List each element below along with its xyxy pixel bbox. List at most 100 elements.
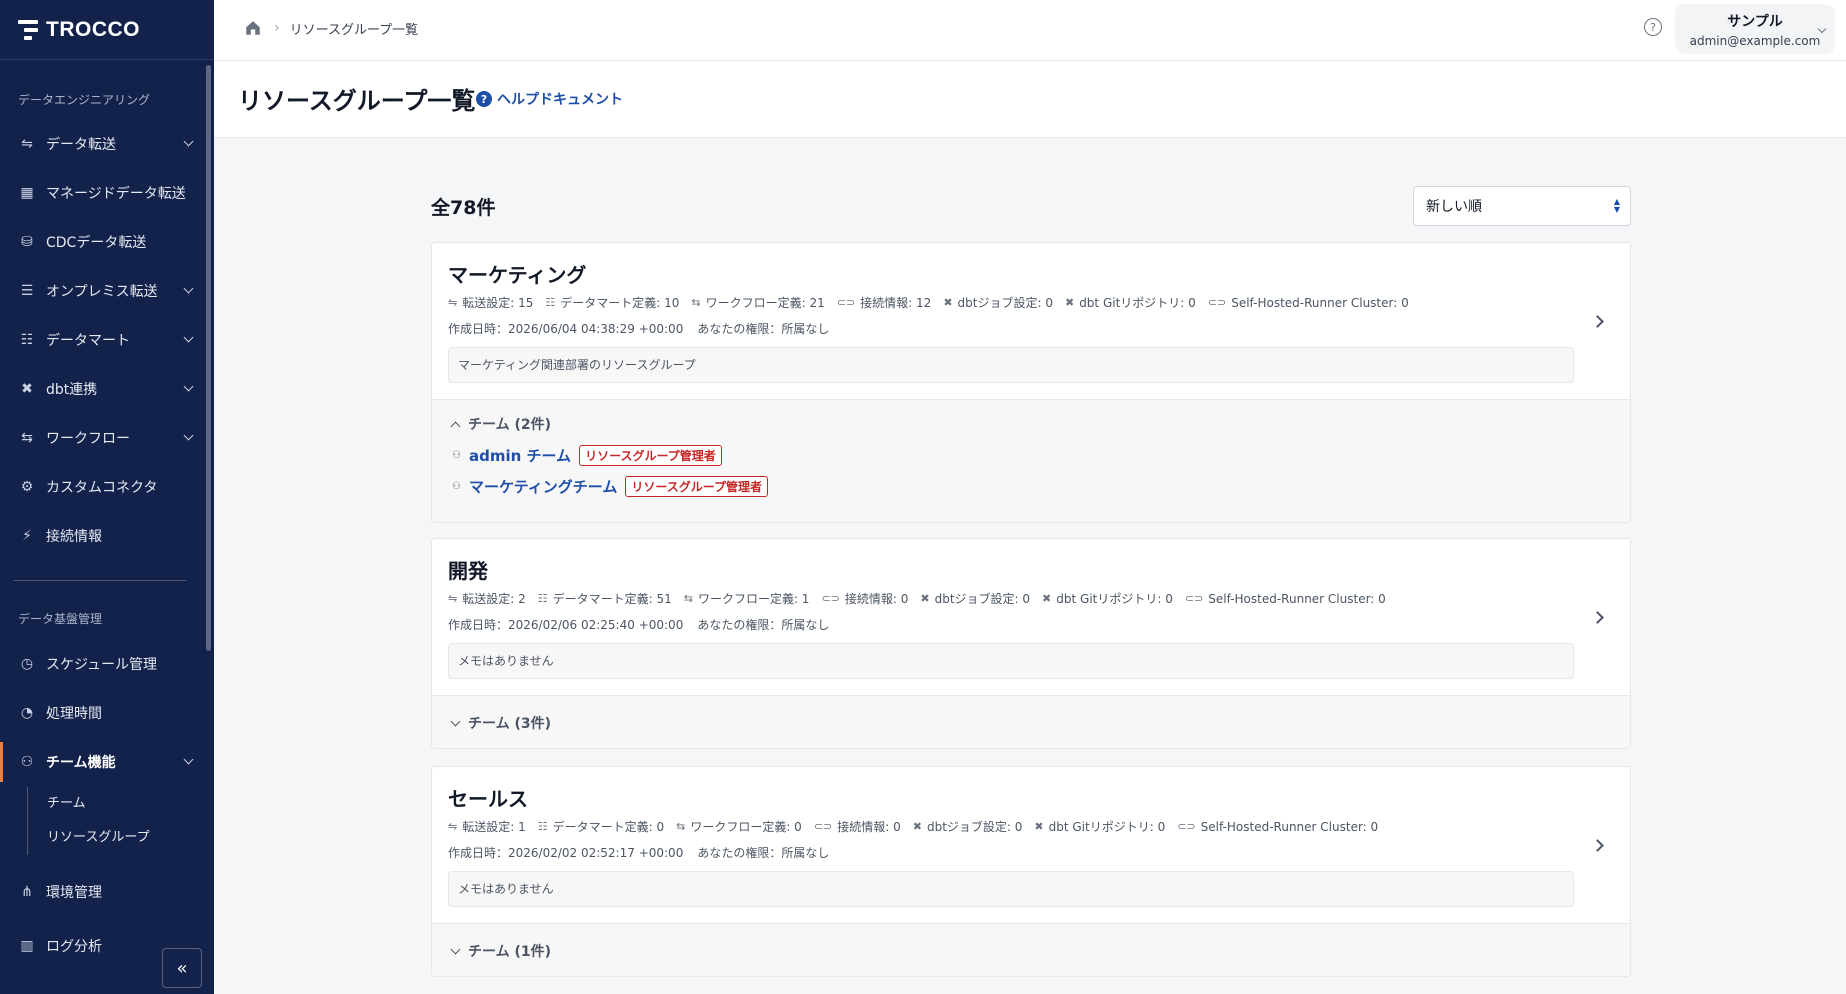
resource-group-summary[interactable]: マーケティング ⇋ 転送設定: 15 ☷ データマート定義: 10 ⇆ ワークフロー定… [432,243,1630,400]
role-badge: リソースグループ管理者 [579,444,722,466]
sidebar-item-environment[interactable]: ⋔ 環境管理 [0,872,206,912]
database-icon: ☷ [537,820,548,833]
sidebar-item-label: カスタムコネクタ [46,480,158,496]
stat-text: 接続情報: 0 [844,592,909,606]
stat-datamart: ☷ データマート定義: 0 [538,818,664,835]
stat-text: 転送設定: 2 [462,592,526,606]
chevron-right-icon: › [274,20,280,36]
stat-transfer: ⇋ 転送設定: 1 [448,818,526,835]
page-header: リソースグループ一覧 ? ヘルプドキュメント [214,61,1846,138]
sidebar-item-processing-time[interactable]: ◔ 処理時間 [0,693,206,733]
clock-icon: ◷ [20,656,34,672]
total-count: 全78件 [431,197,496,219]
stat-transfer: ⇋ 転送設定: 15 [448,294,533,311]
stat-workflow: ⇆ ワークフロー定義: 0 [676,818,802,835]
users-icon: ⚇ [452,480,461,492]
chevron-down-icon [1817,24,1827,34]
stat-datamart: ☷ データマート定義: 10 [545,294,679,311]
stat-text: Self-Hosted-Runner Cluster: 0 [1208,591,1386,606]
dbt-icon: ✖ [1064,296,1075,309]
sidebar-scrollbar[interactable] [206,65,211,651]
hierarchy-icon: ⋔ [21,884,33,900]
sidebar-item-team-features[interactable]: ⚇ チーム機能 [0,742,206,782]
stat-text: データマート定義: 0 [552,820,665,834]
created-at: 作成日時：2026/06/04 04:38:29 +00:00 [448,322,684,336]
trocco-logo-icon [18,19,38,40]
stat-datamart: ☷ データマート定義: 51 [538,590,672,607]
sidebar-item-workflow[interactable]: ⇆ ワークフロー [0,418,206,458]
stat-text: データマート定義: 51 [552,592,672,606]
permission: あなたの権限：所属なし [697,322,830,336]
sidebar-item-onprem-transfer[interactable]: ☰ オンプレミス転送 [0,271,206,311]
stat-runner-cluster: ⊂⊃ Self-Hosted-Runner Cluster: 0 [1177,820,1378,834]
sidebar-item-label: 処理時間 [46,706,102,722]
sidebar-item-label: 接続情報 [46,529,102,545]
sidebar-item-label: データマート [46,333,130,349]
stat-text: ワークフロー定義: 0 [690,820,802,834]
help-document-link[interactable]: ? ヘルプドキュメント [476,89,623,109]
stat-text: 接続情報: 0 [837,820,901,834]
sort-select-value: 新しい順 [1426,199,1482,215]
chevron-right-icon[interactable] [1591,611,1604,624]
stat-dbt-job: ✖ dbtジョブ設定: 0 [913,818,1023,835]
sidebar-item-cdc-transfer[interactable]: ⛁ CDCデータ転送 [0,222,206,262]
stat-text: ワークフロー定義: 21 [705,296,825,310]
stat-workflow: ⇆ ワークフロー定義: 21 [691,294,824,311]
chevron-right-icon[interactable] [1591,839,1604,852]
sidebar-item-label: マネージドデータ転送 [46,186,186,202]
sidebar-item-label: データ転送 [46,137,116,153]
teams-label: チーム (3件) [468,716,551,732]
teams-toggle[interactable]: チーム (1件) [450,941,1610,961]
user-menu-button[interactable]: サンプル admin@example.com [1675,4,1835,54]
dbt-icon: ✖ [920,592,930,605]
sort-select[interactable]: 新しい順 ▲ ▼ [1413,186,1631,226]
stat-text: 転送設定: 1 [462,820,526,834]
sidebar-item-data-transfer[interactable]: ⇋ データ転送 [0,124,206,164]
resource-group-summary[interactable]: 開発 ⇋ 転送設定: 2 ☷ データマート定義: 51 ⇆ ワークフロー定義: 1 ⊂… [432,539,1630,696]
sidebar-item-schedule[interactable]: ◷ スケジュール管理 [0,644,206,684]
logo[interactable]: TROCCO [0,0,214,60]
memo: メモはありません [448,643,1574,679]
stat-text: Self-Hosted-Runner Cluster: 0 [1200,819,1379,834]
chevron-down-icon [183,754,194,765]
sidebar-item-label: dbt連携 [46,382,98,398]
team-link[interactable]: admin チーム [469,445,571,466]
chevron-down-icon [183,430,194,441]
chevron-right-icon[interactable] [1591,315,1604,328]
teams-toggle[interactable]: チーム (3件) [450,713,1610,733]
resource-group-name: マーケティング [448,263,587,287]
dbt-icon: ✖ [21,381,33,397]
sidebar-item-label: チーム機能 [46,755,116,771]
sidebar-item-label: スケジュール管理 [46,657,158,673]
created-at: 作成日時：2026/02/02 02:52:17 +00:00 [448,846,684,860]
teams-label: チーム (1件) [468,944,551,960]
sidebar-submenu-team: チーム リソースグループ [27,787,197,855]
sidebar-subitem-team[interactable]: チーム [28,787,197,821]
stat-text: データマート定義: 10 [560,296,680,310]
home-icon[interactable] [244,19,262,37]
sidebar-item-connections[interactable]: ⚡ 接続情報 [0,516,206,556]
team-link[interactable]: マーケティングチーム [469,476,617,497]
brand-name: TROCCO [46,17,140,41]
permission: あなたの権限：所属なし [697,846,830,860]
resource-group-name: セールス [448,787,528,811]
teams-toggle[interactable]: チーム (2件) [450,414,1610,434]
sidebar-item-dbt[interactable]: ✖ dbt連携 [0,369,206,409]
sidebar-divider [14,580,186,581]
workflow-icon: ⇆ [676,820,686,833]
stat-text: dbt Gitリポジトリ: 0 [1079,296,1196,310]
stat-dbt-git: ✖ dbt Gitリポジトリ: 0 [1034,818,1165,835]
sidebar-item-label: ログ分析 [46,939,102,955]
workflow-icon: ⇆ [691,296,701,309]
help-icon[interactable]: ? [1644,18,1662,36]
sidebar-item-custom-connector[interactable]: ⚙ カスタムコネクタ [0,467,206,507]
resource-group-name: 開発 [448,559,488,583]
chevron-down-icon [450,716,461,726]
sidebar-item-datamart[interactable]: ☷ データマート [0,320,206,360]
team-icon: ⚇ [20,754,34,770]
sidebar: TROCCO データエンジニアリング ⇋ データ転送 ▦ マネージドデータ転送 … [0,0,214,994]
collapse-sidebar-button[interactable]: « [162,948,202,988]
resource-group-summary[interactable]: セールス ⇋ 転送設定: 1 ☷ データマート定義: 0 ⇆ ワークフロー定義: 0 … [432,767,1630,924]
sidebar-subitem-resource-group[interactable]: リソースグループ [28,821,197,855]
sidebar-item-managed-transfer[interactable]: ▦ マネージドデータ転送 [0,173,206,213]
